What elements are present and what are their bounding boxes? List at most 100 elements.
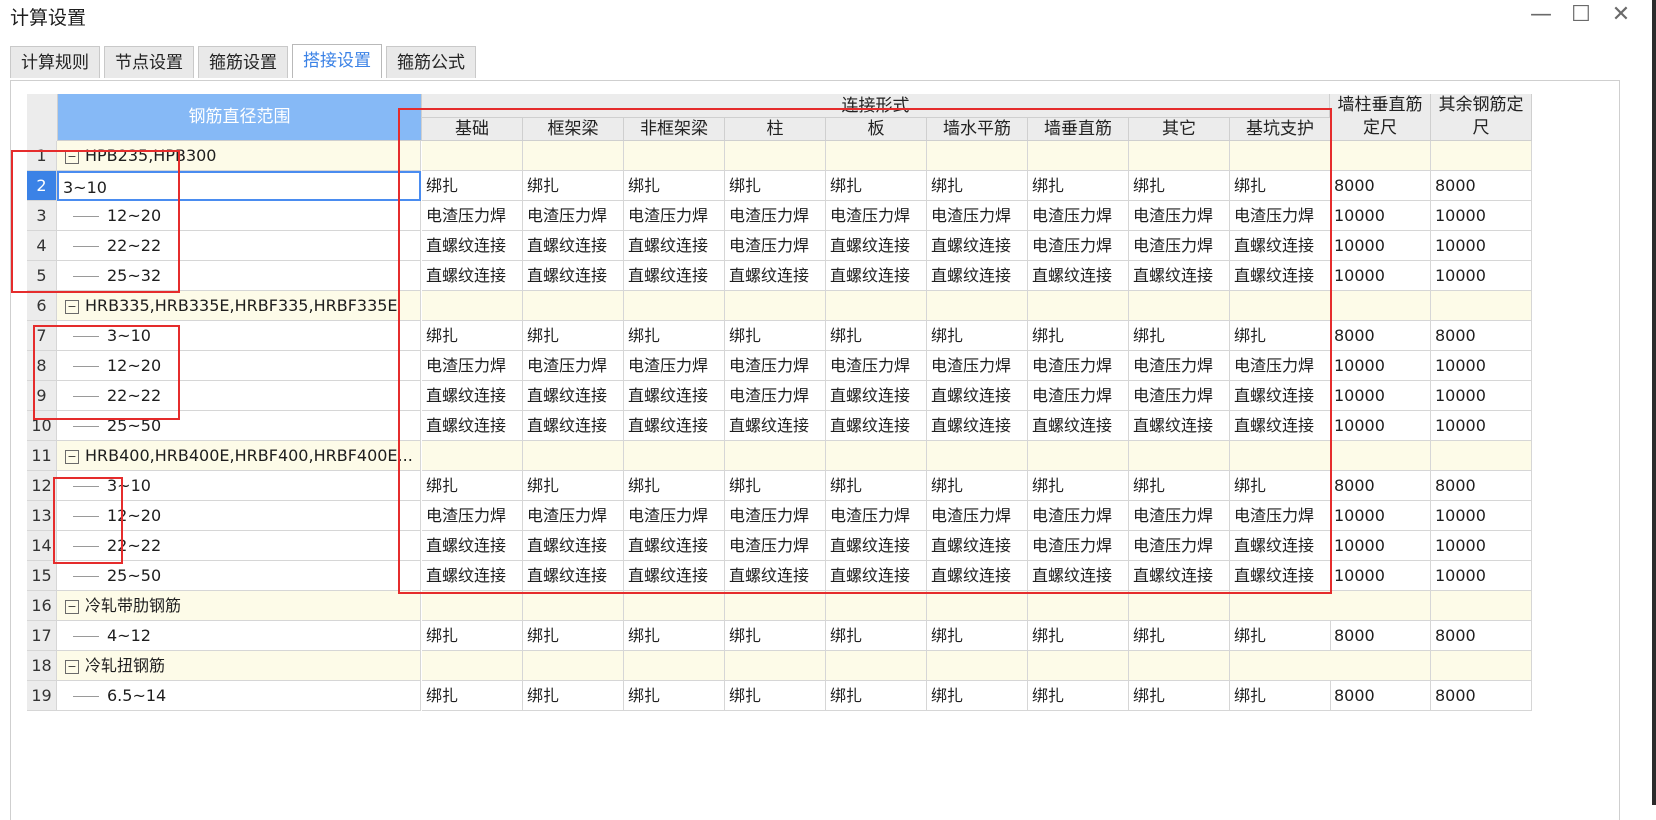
- connection-cell[interactable]: 电渣压力焊: [1028, 231, 1129, 261]
- connection-cell[interactable]: 电渣压力焊: [725, 351, 826, 381]
- row-number[interactable]: 16: [27, 591, 57, 621]
- header-col-2[interactable]: 非框架梁: [624, 118, 725, 141]
- connection-cell[interactable]: 绑扎: [624, 471, 725, 501]
- row-number[interactable]: 8: [27, 351, 57, 381]
- header-col-5[interactable]: 墙水平筋: [927, 118, 1028, 141]
- connection-cell[interactable]: 直螺纹连接: [1129, 411, 1230, 441]
- other-length-cell[interactable]: 10000: [1431, 501, 1532, 531]
- connection-cell[interactable]: [422, 141, 523, 171]
- wall-length-cell[interactable]: 10000: [1330, 561, 1431, 591]
- other-length-cell[interactable]: 8000: [1431, 471, 1532, 501]
- connection-cell[interactable]: 绑扎: [422, 171, 523, 201]
- connection-cell[interactable]: [927, 441, 1028, 471]
- wall-length-cell[interactable]: [1330, 441, 1431, 471]
- table-row[interactable]: 5 25~32 直螺纹连接 直螺纹连接 直螺纹连接 直螺纹连接 直螺纹连接 直螺纹连接 直螺纹连…: [27, 261, 1617, 291]
- connection-cell[interactable]: [523, 651, 624, 681]
- connection-cell[interactable]: 直螺纹连接: [422, 411, 523, 441]
- wall-length-cell[interactable]: [1330, 591, 1431, 621]
- row-number[interactable]: 5: [27, 261, 57, 291]
- other-length-cell[interactable]: 8000: [1431, 171, 1532, 201]
- connection-cell[interactable]: 绑扎: [927, 171, 1028, 201]
- diameter-range-cell[interactable]: 3~10: [57, 321, 421, 351]
- wall-length-cell[interactable]: 10000: [1330, 381, 1431, 411]
- header-diameter-range[interactable]: 钢筋直径范围: [58, 94, 422, 141]
- tab-stirrup-formula[interactable]: 箍筋公式: [386, 46, 476, 78]
- connection-cell[interactable]: 直螺纹连接: [422, 261, 523, 291]
- connection-cell[interactable]: 直螺纹连接: [624, 231, 725, 261]
- connection-cell[interactable]: 直螺纹连接: [1129, 561, 1230, 591]
- diameter-range-cell[interactable]: 25~50: [57, 411, 421, 441]
- diameter-range-cell[interactable]: 22~22: [57, 531, 421, 561]
- connection-cell[interactable]: 电渣压力焊: [523, 501, 624, 531]
- header-other-length[interactable]: 其余钢筋定 尺: [1431, 94, 1532, 141]
- other-length-cell[interactable]: 8000: [1431, 321, 1532, 351]
- row-number[interactable]: 11: [27, 441, 57, 471]
- collapse-icon[interactable]: −: [65, 449, 79, 464]
- group-row[interactable]: 6− HRB335,HRB335E,HRBF335,HRBF335E: [27, 291, 1617, 321]
- other-length-cell[interactable]: [1431, 651, 1532, 681]
- connection-cell[interactable]: 绑扎: [927, 471, 1028, 501]
- connection-cell[interactable]: 绑扎: [523, 321, 624, 351]
- connection-cell[interactable]: [927, 651, 1028, 681]
- header-col-3[interactable]: 柱: [725, 118, 826, 141]
- connection-cell[interactable]: 绑扎: [826, 321, 927, 351]
- connection-cell[interactable]: 绑扎: [826, 621, 927, 651]
- connection-cell[interactable]: 直螺纹连接: [927, 531, 1028, 561]
- connection-cell[interactable]: 绑扎: [725, 171, 826, 201]
- connection-cell[interactable]: [1230, 141, 1331, 171]
- connection-cell[interactable]: [826, 591, 927, 621]
- connection-cell[interactable]: [1028, 291, 1129, 321]
- diameter-range-cell[interactable]: − HRB335,HRB335E,HRBF335,HRBF335E: [57, 291, 421, 321]
- row-number[interactable]: 17: [27, 621, 57, 651]
- connection-cell[interactable]: 电渣压力焊: [826, 351, 927, 381]
- connection-cell[interactable]: [1028, 441, 1129, 471]
- connection-cell[interactable]: 电渣压力焊: [523, 351, 624, 381]
- connection-cell[interactable]: 直螺纹连接: [725, 261, 826, 291]
- connection-cell[interactable]: 直螺纹连接: [725, 411, 826, 441]
- row-number[interactable]: 7: [27, 321, 57, 351]
- collapse-icon[interactable]: −: [65, 299, 79, 314]
- connection-cell[interactable]: 绑扎: [826, 171, 927, 201]
- row-number[interactable]: 15: [27, 561, 57, 591]
- connection-cell[interactable]: 直螺纹连接: [927, 561, 1028, 591]
- wall-length-cell[interactable]: 8000: [1330, 471, 1431, 501]
- table-row[interactable]: 14 22~22 直螺纹连接 直螺纹连接 直螺纹连接 电渣压力焊 直螺纹连接 直螺纹连接 电渣压…: [27, 531, 1617, 561]
- connection-cell[interactable]: 电渣压力焊: [725, 531, 826, 561]
- connection-cell[interactable]: 直螺纹连接: [523, 231, 624, 261]
- connection-cell[interactable]: [1028, 591, 1129, 621]
- diameter-range-cell[interactable]: − HPB235,HPB300: [57, 141, 421, 171]
- connection-cell[interactable]: 电渣压力焊: [1230, 351, 1331, 381]
- collapse-icon[interactable]: −: [65, 599, 79, 614]
- connection-cell[interactable]: 直螺纹连接: [1230, 231, 1331, 261]
- connection-cell[interactable]: 电渣压力焊: [624, 201, 725, 231]
- connection-cell[interactable]: [927, 291, 1028, 321]
- connection-cell[interactable]: 绑扎: [422, 681, 523, 711]
- connection-cell[interactable]: 电渣压力焊: [1028, 381, 1129, 411]
- connection-cell[interactable]: [725, 651, 826, 681]
- connection-cell[interactable]: 绑扎: [725, 321, 826, 351]
- other-length-cell[interactable]: 8000: [1431, 681, 1532, 711]
- connection-cell[interactable]: 电渣压力焊: [422, 201, 523, 231]
- diameter-range-cell[interactable]: 12~20: [57, 351, 421, 381]
- connection-cell[interactable]: [1028, 651, 1129, 681]
- connection-cell[interactable]: 绑扎: [1028, 621, 1129, 651]
- connection-cell[interactable]: 直螺纹连接: [826, 411, 927, 441]
- connection-cell[interactable]: 绑扎: [1129, 471, 1230, 501]
- connection-cell[interactable]: 直螺纹连接: [422, 561, 523, 591]
- table-row[interactable]: 3 12~20 电渣压力焊 电渣压力焊 电渣压力焊 电渣压力焊 电渣压力焊 电渣压力焊 电渣压力…: [27, 201, 1617, 231]
- wall-length-cell[interactable]: 8000: [1330, 321, 1431, 351]
- connection-cell[interactable]: 直螺纹连接: [826, 261, 927, 291]
- wall-length-cell[interactable]: 10000: [1330, 261, 1431, 291]
- table-row[interactable]: 9 22~22 直螺纹连接 直螺纹连接 直螺纹连接 电渣压力焊 直螺纹连接 直螺纹连接 电渣压力…: [27, 381, 1617, 411]
- table-row[interactable]: 12 3~10 绑扎 绑扎 绑扎 绑扎 绑扎 绑扎 绑扎 绑扎 绑扎 8000 8000: [27, 471, 1617, 501]
- connection-cell[interactable]: 绑扎: [422, 471, 523, 501]
- connection-cell[interactable]: 电渣压力焊: [725, 501, 826, 531]
- connection-cell[interactable]: 电渣压力焊: [927, 351, 1028, 381]
- connection-cell[interactable]: [725, 591, 826, 621]
- connection-cell[interactable]: 直螺纹连接: [1230, 261, 1331, 291]
- connection-cell[interactable]: 直螺纹连接: [927, 411, 1028, 441]
- connection-cell[interactable]: 绑扎: [1230, 621, 1331, 651]
- connection-cell[interactable]: 直螺纹连接: [422, 531, 523, 561]
- connection-cell[interactable]: 直螺纹连接: [624, 261, 725, 291]
- connection-cell[interactable]: [1129, 591, 1230, 621]
